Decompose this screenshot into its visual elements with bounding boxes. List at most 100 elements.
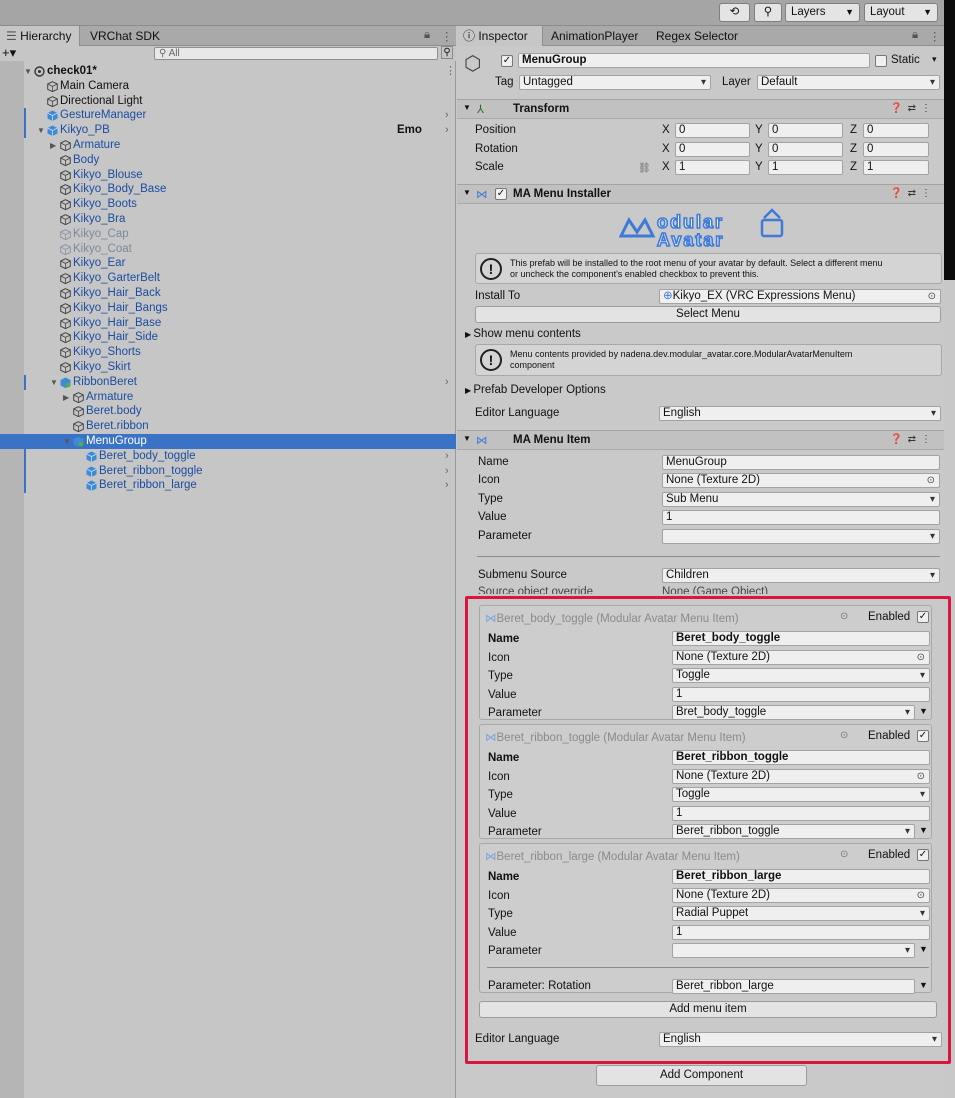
hierarchy-row[interactable]: Kikyo_Ear <box>0 256 456 271</box>
hierarchy-row[interactable]: ▶ Armature <box>0 138 456 153</box>
chevron-right-icon[interactable]: › <box>445 123 449 138</box>
submenu-field[interactable]: Beret_ribbon_large <box>672 869 930 884</box>
submenu-item-header[interactable]: ⋈Beret_ribbon_large (Modular Avatar Menu… <box>485 849 740 863</box>
transform-value-field[interactable]: 0 <box>675 141 750 157</box>
lock-icon[interactable]: 🔒︎ <box>912 29 918 42</box>
layout-dropdown[interactable]: Layout ▼ <box>864 3 938 22</box>
hierarchy-row[interactable]: Beret.body <box>0 404 456 419</box>
fold-arrow-icon[interactable]: ▼ <box>63 434 71 449</box>
lock-icon[interactable]: 🔒︎ <box>424 29 430 42</box>
hierarchy-row[interactable]: Beret_ribbon_large › <box>0 478 456 494</box>
add-icon[interactable]: +▾ <box>2 45 16 61</box>
kebab-menu-icon[interactable]: ⋮ <box>445 64 456 79</box>
show-menu-contents-foldout[interactable]: ▶ Show menu contents <box>465 328 581 340</box>
submenu-field[interactable]: None (Texture 2D) ⊙ <box>672 887 930 903</box>
submenu-field[interactable]: Beret_ribbon_toggle <box>672 750 930 765</box>
chevron-right-icon[interactable]: › <box>445 108 449 123</box>
history-icon[interactable]: ⟲ <box>719 3 750 22</box>
hierarchy-row[interactable]: ▼ check01* ⋮ <box>0 64 456 79</box>
object-picker-icon[interactable]: ⊙ <box>917 889 925 902</box>
hierarchy-row[interactable]: ▶ Armature <box>0 390 456 405</box>
transform-header[interactable]: ▼ ⅄ Transform ❓⇄⋮ <box>457 99 944 119</box>
submenu-field[interactable]: Bret_body_toggle <box>672 705 915 721</box>
submenu-item-header[interactable]: ⋈Beret_body_toggle (Modular Avatar Menu … <box>485 611 739 625</box>
hierarchy-row[interactable]: Kikyo_Hair_Side <box>0 330 456 345</box>
hierarchy-row[interactable]: Beret_ribbon_toggle › <box>0 463 456 479</box>
transform-value-field[interactable]: 0 <box>768 141 843 157</box>
object-picker-icon[interactable]: ⊙ <box>917 651 925 664</box>
submenu-field[interactable]: Radial Puppet <box>672 906 930 922</box>
prefab-dev-options-foldout[interactable]: ▶ Prefab Developer Options <box>465 384 606 396</box>
hierarchy-row[interactable]: Kikyo_Hair_Base <box>0 316 456 331</box>
component-tools-icon[interactable]: ❓⇄⋮ <box>890 434 936 445</box>
install-to-field[interactable]: ⊕Kikyo_EX (VRC Expressions Menu) ⊙ <box>659 289 941 304</box>
object-picker-icon[interactable]: ⊙ <box>917 770 925 783</box>
installer-enabled-checkbox[interactable]: ✓ <box>495 188 507 200</box>
menu-item-field[interactable]: 1 <box>662 510 940 526</box>
hierarchy-row[interactable]: Kikyo_Coat <box>0 242 456 257</box>
submenu-field[interactable]: Toggle <box>672 787 930 803</box>
fold-arrow-icon[interactable]: ▶ <box>50 138 56 153</box>
chevron-down-icon[interactable]: ▾ <box>932 54 937 65</box>
add-component-button[interactable]: Add Component <box>596 1065 807 1086</box>
submenu-field[interactable]: Beret_body_toggle <box>672 631 930 646</box>
object-picker-icon[interactable]: ⊙ <box>928 290 936 303</box>
hierarchy-row[interactable]: Beret.ribbon <box>0 419 456 434</box>
hierarchy-row[interactable]: Kikyo_Hair_Back <box>0 286 456 301</box>
kebab-menu-icon[interactable]: ⋮ <box>929 29 941 43</box>
hierarchy-row[interactable]: Body <box>0 153 456 168</box>
hierarchy-row[interactable]: Kikyo_Blouse <box>0 168 456 183</box>
chevron-right-icon[interactable]: › <box>445 464 449 479</box>
chevron-right-icon[interactable]: › <box>445 449 449 464</box>
select-menu-button[interactable]: Select Menu <box>475 306 941 323</box>
search-icon[interactable]: ⚲ <box>754 3 782 22</box>
hierarchy-search-input[interactable]: ⚲ All <box>154 47 438 60</box>
hierarchy-row[interactable]: Kikyo_Boots <box>0 197 456 212</box>
tab-vrchat-sdk[interactable]: VRChat SDK <box>84 26 166 46</box>
hierarchy-row[interactable]: ▼ Kikyo_PB › Emo <box>0 123 456 139</box>
hierarchy-row[interactable]: Kikyo_Body_Base <box>0 182 456 197</box>
fold-arrow-icon[interactable]: ▼ <box>24 64 32 79</box>
transform-value-field[interactable]: 0 <box>863 123 929 138</box>
tab-inspector[interactable]: ⓘ Inspector <box>457 26 543 46</box>
hierarchy-row[interactable]: Kikyo_Skirt <box>0 360 456 375</box>
object-picker-icon[interactable]: ⊙ <box>927 474 935 487</box>
object-name-field[interactable]: MenuGroup <box>518 53 870 68</box>
active-checkbox[interactable]: ✓ <box>501 55 513 67</box>
layers-dropdown[interactable]: Layers ▼ <box>785 3 860 22</box>
menu-installer-header[interactable]: ▼ ⋈ ✓ MA Menu Installer ❓⇄⋮ <box>457 184 944 204</box>
hierarchy-row[interactable]: ▼ RibbonBeret › <box>0 374 456 390</box>
submenu-field[interactable]: 1 <box>672 924 930 940</box>
static-checkbox[interactable] <box>875 55 887 67</box>
add-menu-item-button[interactable]: Add menu item <box>479 1001 937 1018</box>
editor-language-dropdown[interactable]: English <box>659 1032 942 1047</box>
hierarchy-row[interactable]: Kikyo_Bra <box>0 212 456 227</box>
submenu-field[interactable]: 1 <box>672 805 930 821</box>
transform-value-field[interactable]: 1 <box>675 160 750 175</box>
editor-language-dropdown[interactable]: English <box>659 406 941 421</box>
menu-item-header[interactable]: ▼ ⋈ MA Menu Item ❓⇄⋮ <box>457 430 944 450</box>
hierarchy-row[interactable]: Kikyo_Hair_Bangs <box>0 301 456 316</box>
hierarchy-row[interactable]: Kikyo_GarterBelt <box>0 271 456 286</box>
submenu-field[interactable]: None (Texture 2D) ⊙ <box>672 768 930 784</box>
hierarchy-row[interactable]: Beret_body_toggle › <box>0 448 456 464</box>
tab-animationplayer[interactable]: AnimationPlayer <box>545 26 644 46</box>
tab-hierarchy[interactable]: ☰ Hierarchy <box>0 26 80 46</box>
hierarchy-row[interactable]: Kikyo_Cap <box>0 227 456 242</box>
menu-item-field[interactable] <box>662 528 940 544</box>
kebab-menu-icon[interactable]: ⋮ <box>441 29 453 43</box>
transform-value-field[interactable]: 0 <box>675 123 750 138</box>
hierarchy-row[interactable]: GestureManager › <box>0 108 456 124</box>
menu-item-field[interactable]: None (Texture 2D) ⊙ <box>662 473 940 489</box>
submenu-field[interactable]: Beret_ribbon_toggle <box>672 824 915 840</box>
menu-item-field[interactable]: Sub Menu <box>662 491 940 507</box>
menu-item-field[interactable]: MenuGroup <box>662 455 940 470</box>
transform-value-field[interactable]: 0 <box>768 123 843 138</box>
transform-value-field[interactable]: 1 <box>768 160 843 175</box>
submenu-item-header[interactable]: ⋈Beret_ribbon_toggle (Modular Avatar Men… <box>485 730 746 744</box>
transform-value-field[interactable]: 0 <box>863 141 929 157</box>
submenu-field[interactable]: Toggle <box>672 668 930 684</box>
layer-dropdown[interactable]: Default <box>757 75 940 90</box>
source-override-field[interactable]: None (Game Object) <box>662 586 940 594</box>
component-tools-icon[interactable]: ❓⇄⋮ <box>890 103 936 114</box>
